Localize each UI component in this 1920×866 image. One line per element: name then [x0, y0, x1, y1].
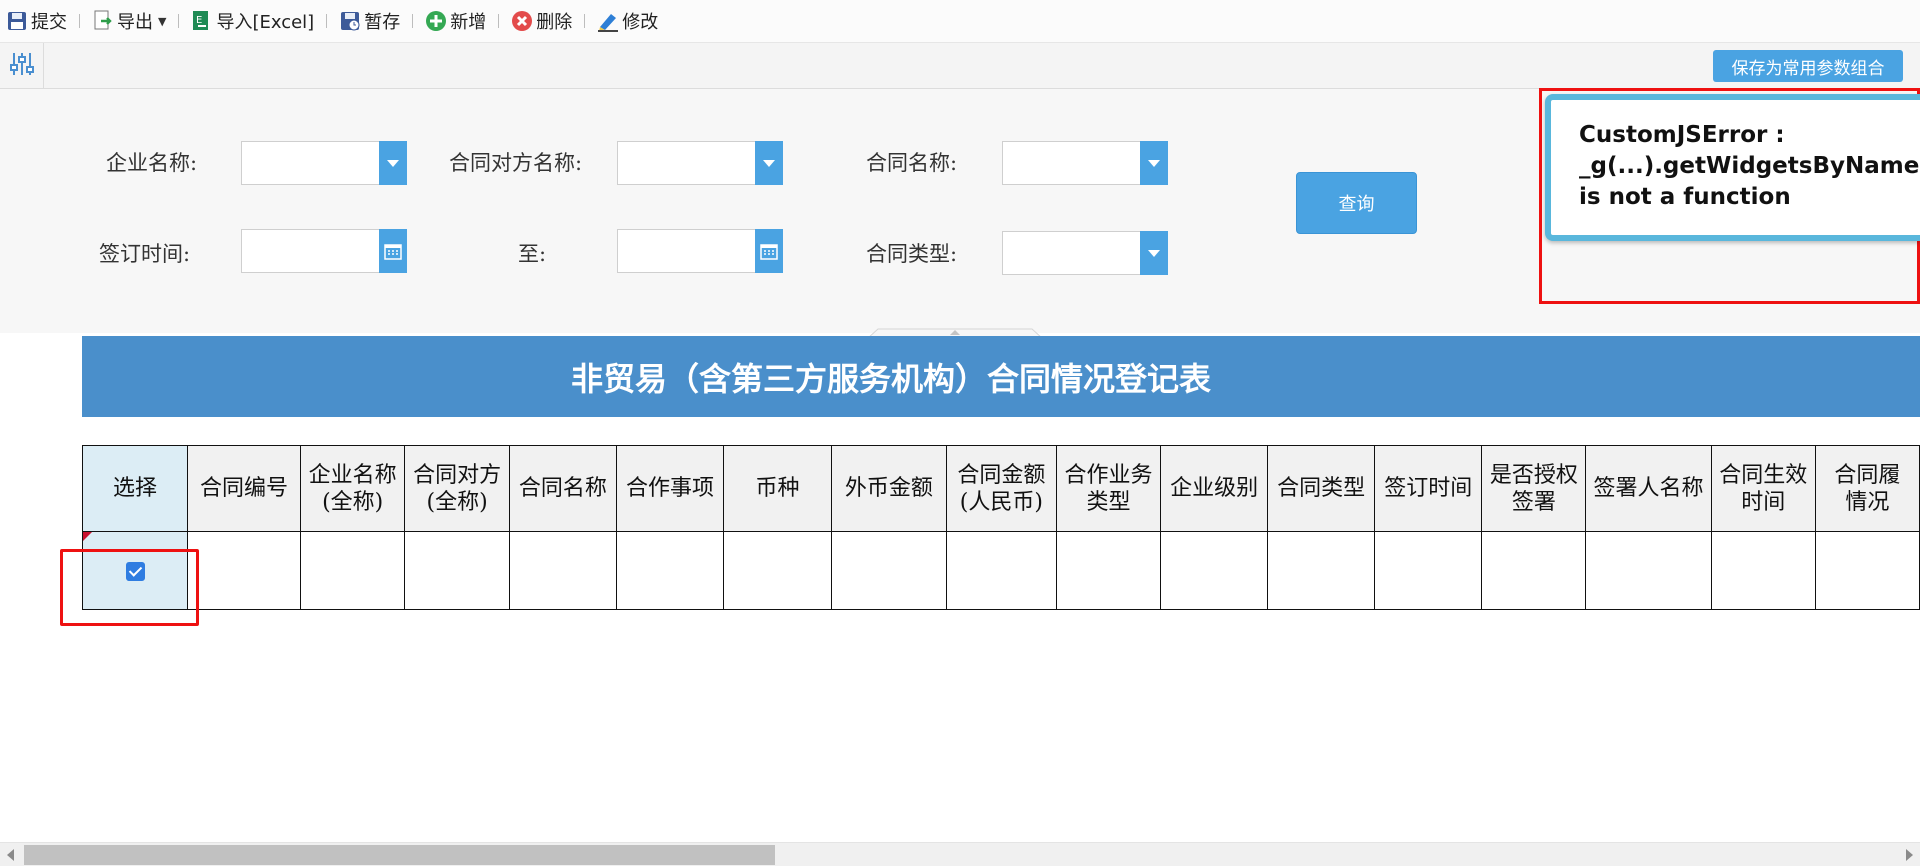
table-cell[interactable] [404, 531, 510, 610]
contract-name-label: 合同名称: [866, 151, 958, 175]
column-header: 合作业务 类型 [1055, 445, 1162, 532]
edit-button[interactable]: 修改 [593, 6, 662, 36]
add-icon [425, 10, 447, 32]
calendar-icon[interactable] [755, 229, 783, 273]
edit-icon [597, 10, 619, 32]
table-cell[interactable] [1814, 531, 1920, 610]
table-cell[interactable] [1374, 531, 1483, 610]
column-header: 合同名称 [508, 445, 617, 532]
dropdown-arrow-icon[interactable] [755, 141, 783, 185]
dropdown-arrow-icon[interactable] [379, 141, 407, 185]
table-cell[interactable] [831, 531, 947, 610]
toolbar: 提交 导出 ▼ E 导入[Excel] 暂存 新增 删除 修改 [0, 0, 1920, 43]
toolbar-divider [412, 14, 414, 28]
sign-time-label: 签订时间: [99, 242, 191, 266]
add-button[interactable]: 新增 [421, 6, 490, 36]
delete-label: 删除 [536, 12, 573, 33]
temp-save-icon [339, 10, 361, 32]
table-cell[interactable] [1710, 531, 1816, 610]
column-header: 企业级别 [1160, 445, 1269, 532]
submit-label: 提交 [31, 12, 67, 33]
company-name-select[interactable] [241, 141, 407, 185]
checkbox-highlight-frame [60, 549, 199, 626]
export-button[interactable]: 导出 ▼ [88, 6, 170, 36]
import-excel-label: 导入[Excel] [216, 12, 315, 33]
report-banner: 非贸易（含第三方服务机构）合同情况登记表 [82, 336, 1920, 417]
table-cell[interactable] [1585, 531, 1712, 610]
collapse-form-handle[interactable] [867, 323, 1043, 339]
query-button[interactable]: 查询 [1296, 172, 1417, 234]
table-cell[interactable] [187, 531, 301, 610]
import-excel-button[interactable]: E 导入[Excel] [187, 6, 318, 36]
parameter-bar: 保存为常用参数组合 [0, 43, 1920, 89]
save-param-combo-button[interactable]: 保存为常用参数组合 [1713, 50, 1903, 82]
company-name-label: 企业名称: [106, 151, 198, 175]
submit-button[interactable]: 提交 [2, 6, 71, 36]
column-header: 是否授权 签署 [1481, 445, 1587, 532]
contract-type-label: 合同类型: [866, 242, 958, 266]
column-header: 合同类型 [1267, 445, 1376, 532]
temp-save-label: 暂存 [364, 12, 401, 33]
date-to-label: 至: [518, 242, 547, 266]
toolbar-divider [79, 14, 80, 28]
export-icon [92, 10, 114, 32]
toolbar-divider [326, 14, 328, 28]
scroll-right-icon[interactable] [1906, 849, 1913, 861]
horizontal-scrollbar[interactable] [0, 842, 1920, 866]
scroll-left-icon[interactable] [7, 849, 14, 861]
column-header: 合作事项 [615, 445, 725, 532]
error-message: CustomJSError : _g(...).getWidgetsByName… [1579, 122, 1920, 210]
contract-name-select[interactable] [1002, 141, 1168, 185]
table-cell[interactable] [1481, 531, 1587, 610]
export-label: 导出 [117, 12, 153, 33]
column-header: 签署人名称 [1585, 445, 1712, 532]
sliders-icon [9, 51, 34, 81]
excel-import-icon: E [191, 10, 213, 32]
table-cell[interactable] [1267, 531, 1376, 610]
contract-type-select[interactable] [1002, 231, 1168, 275]
dropdown-arrow-icon[interactable] [1140, 141, 1168, 185]
delete-icon [511, 10, 533, 32]
column-header: 企业名称 (全称) [299, 445, 406, 532]
table-cell[interactable] [508, 531, 617, 610]
cell-marker [83, 532, 92, 541]
counterparty-name-select[interactable] [617, 141, 783, 185]
svg-text:E: E [196, 15, 202, 26]
table-header-row: 选择 合同编号 企业名称 (全称) 合同对方 (全称) 合同名称 合作事项 币种… [81, 445, 1920, 532]
toolbar-divider [178, 14, 180, 28]
table-cell[interactable] [615, 531, 725, 610]
column-header: 合同金额 (人民币) [945, 445, 1057, 532]
table-cell[interactable] [723, 531, 833, 610]
temp-save-button[interactable]: 暂存 [335, 6, 404, 36]
toolbar-divider [584, 14, 586, 28]
table-cell[interactable] [945, 531, 1057, 610]
column-header: 合同生效 时间 [1710, 445, 1816, 532]
edit-label: 修改 [622, 12, 659, 33]
toolbar-divider [498, 14, 500, 28]
sign-time-start-date[interactable] [241, 229, 407, 273]
column-header: 选择 [81, 445, 189, 532]
add-label: 新增 [450, 12, 487, 33]
table-cell[interactable] [1160, 531, 1269, 610]
table-cell[interactable] [1055, 531, 1162, 610]
table-cell[interactable] [299, 531, 406, 610]
scrollbar-thumb[interactable] [24, 845, 775, 865]
sign-time-end-date[interactable] [617, 229, 783, 273]
dropdown-arrow-icon[interactable] [1140, 231, 1168, 275]
column-header: 币种 [723, 445, 833, 532]
column-header: 合同对方 (全称) [404, 445, 510, 532]
column-header: 合同履 情况 [1814, 445, 1920, 532]
table-row [81, 531, 1920, 610]
delete-button[interactable]: 删除 [507, 6, 576, 36]
report-title: 非贸易（含第三方服务机构）合同情况登记表 [570, 359, 1211, 398]
chevron-down-icon[interactable]: ▼ [158, 15, 166, 28]
calendar-icon[interactable] [379, 229, 407, 273]
column-header: 签订时间 [1374, 445, 1483, 532]
save-icon [6, 10, 28, 32]
counterparty-name-label: 合同对方名称: [449, 151, 583, 175]
contract-table: 选择 合同编号 企业名称 (全称) 合同对方 (全称) 合同名称 合作事项 币种… [81, 445, 1920, 610]
column-header: 合同编号 [187, 445, 301, 532]
column-header: 外币金额 [831, 445, 947, 532]
parameter-settings-button[interactable] [0, 43, 44, 88]
